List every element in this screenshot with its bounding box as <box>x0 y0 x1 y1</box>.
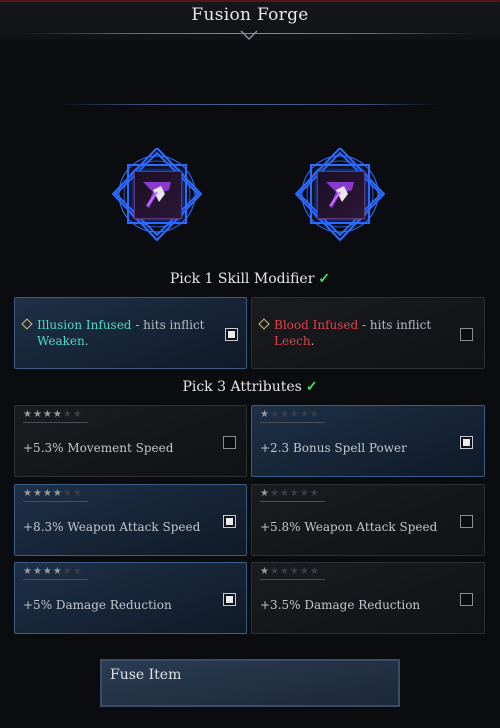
attribute-text: +8.3% Weapon Attack Speed <box>23 520 201 534</box>
stars-divider <box>23 579 88 580</box>
attribute-card-1[interactable]: ★★★★★★ +5.3% Movement Speed <box>14 405 247 477</box>
rarity-stars: ★★★★★★ <box>260 488 320 499</box>
skill-modifier-label: Pick 1 Skill Modifier <box>169 271 315 287</box>
attribute-checkbox[interactable] <box>460 515 473 528</box>
modifier-name: Blood Infused <box>274 318 359 332</box>
modifier-checkbox[interactable] <box>225 328 238 341</box>
modifier-description: Blood Infused - hits inflict Leech. <box>274 317 449 349</box>
modifier-text: - hits inflict <box>131 318 205 332</box>
attribute-card-2[interactable]: ★★★★★★ +2.3 Bonus Spell Power <box>251 405 485 477</box>
attribute-text: +5.8% Weapon Attack Speed <box>260 520 438 534</box>
attribute-card-4[interactable]: ★★★★★★ +5.8% Weapon Attack Speed <box>251 484 485 556</box>
attribute-card-5[interactable]: ★★★★★★ +5% Damage Reduction <box>14 562 247 634</box>
attribute-text: +5% Damage Reduction <box>23 598 172 612</box>
item-slot-2[interactable] <box>280 148 400 268</box>
attribute-checkbox[interactable] <box>460 593 473 606</box>
attribute-checkbox[interactable] <box>223 593 236 606</box>
item-icon-frame <box>317 171 365 219</box>
stars-divider <box>23 422 88 423</box>
modifier-card-illusion[interactable]: Illusion Infused - hits inflict Weaken. <box>14 297 247 369</box>
scythe-icon <box>143 182 171 208</box>
stars-divider <box>260 579 325 580</box>
diamond-bullet-icon <box>21 318 33 330</box>
top-accent-line <box>0 0 500 2</box>
modifier-end: . <box>310 334 315 348</box>
page-title: Fusion Forge <box>191 5 309 25</box>
rarity-stars: ★★★★★★ <box>260 566 320 577</box>
attribute-checkbox[interactable] <box>460 436 473 449</box>
modifier-checkbox[interactable] <box>460 328 473 341</box>
attribute-text: +3.5% Damage Reduction <box>260 598 421 612</box>
item-slot-1[interactable] <box>97 148 217 268</box>
stars-divider <box>260 422 325 423</box>
check-icon: ✓ <box>318 271 331 287</box>
stars-divider <box>23 501 88 502</box>
modifier-card-blood[interactable]: Blood Infused - hits inflict Leech. <box>251 297 485 369</box>
modifier-effect: Leech <box>274 334 311 348</box>
item-icon-frame <box>134 171 182 219</box>
fuse-item-label: Fuse Item <box>110 667 182 683</box>
attribute-checkbox[interactable] <box>223 436 236 449</box>
rarity-stars: ★★★★★★ <box>260 409 320 420</box>
rarity-stars: ★★★★★★ <box>23 409 83 420</box>
rarity-stars: ★★★★★★ <box>23 488 83 499</box>
scythe-icon <box>326 182 354 208</box>
modifier-text: - hits inflict <box>358 318 432 332</box>
attribute-card-3[interactable]: ★★★★★★ +8.3% Weapon Attack Speed <box>14 484 247 556</box>
attribute-text: +2.3 Bonus Spell Power <box>260 441 407 455</box>
title-ornament-icon <box>240 30 258 40</box>
attribute-card-6[interactable]: ★★★★★★ +3.5% Damage Reduction <box>251 562 485 634</box>
attribute-text: +5.3% Movement Speed <box>23 441 174 455</box>
check-icon: ✓ <box>305 379 318 395</box>
skill-modifier-heading: Pick 1 Skill Modifier ✓ <box>0 271 500 287</box>
modifier-name: Illusion Infused <box>37 318 132 332</box>
modifier-end: . <box>84 334 89 348</box>
attributes-heading: Pick 3 Attributes ✓ <box>0 379 500 395</box>
attributes-label: Pick 3 Attributes <box>182 379 302 395</box>
fuse-item-button[interactable]: Fuse Item <box>100 659 400 707</box>
diamond-bullet-icon <box>258 318 270 330</box>
modifier-description: Illusion Infused - hits inflict Weaken. <box>37 317 212 349</box>
modifier-effect: Weaken <box>37 334 85 348</box>
stars-divider <box>260 501 325 502</box>
rarity-stars: ★★★★★★ <box>23 566 83 577</box>
attribute-checkbox[interactable] <box>223 515 236 528</box>
section-divider <box>58 104 442 105</box>
